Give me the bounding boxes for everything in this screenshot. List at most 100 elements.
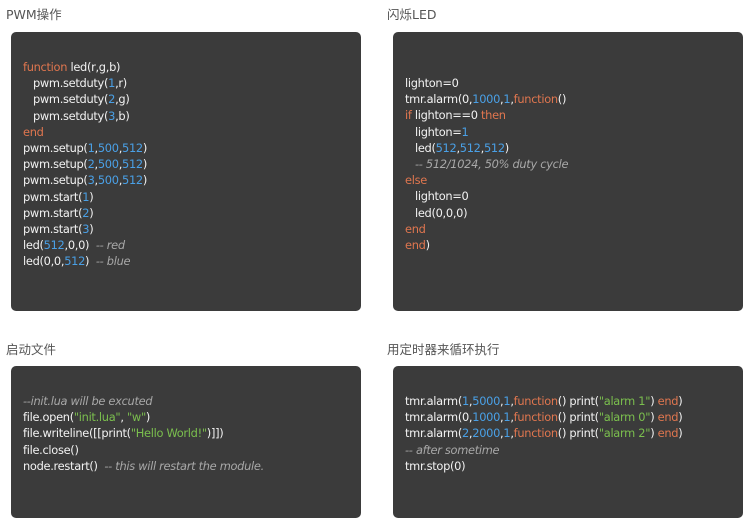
code-token-text: ) xyxy=(89,205,94,220)
code-token-keyword: end xyxy=(23,124,44,139)
code-token-text: tmr.stop(0) xyxy=(405,458,466,473)
code-token-number: 3 xyxy=(87,173,95,188)
code-line: led(0,0,512) -- blue xyxy=(23,253,147,269)
code-token-text: pwm.start( xyxy=(23,205,83,220)
code-token-text: ) xyxy=(678,410,683,425)
code-token-text: file.open( xyxy=(23,410,74,425)
code-token-text: led(r,g,b) xyxy=(67,60,121,74)
code-token-number: 500 xyxy=(97,140,119,155)
code-line: function led(r,g,b) xyxy=(23,59,147,75)
code-token-comment: -- 512/1024, 50% duty cycle xyxy=(414,156,569,171)
code-token-comment: -- blue xyxy=(95,254,131,269)
code-token-text: () print( xyxy=(557,410,599,425)
code-token-number: 512 xyxy=(122,140,143,155)
code-line: tmr.alarm(0,1000,1,function() xyxy=(405,91,568,107)
code-token-text: ,r) xyxy=(115,76,127,91)
code-token-text: node.restart() xyxy=(23,458,105,473)
section-title-timer-loop: 用定时器来循环执行 xyxy=(387,342,500,357)
code-panel-timer-loop: tmr.alarm(1,5000,1,function() print("ala… xyxy=(393,366,743,518)
code-token-string: "init.lua" xyxy=(73,410,121,425)
code-token-text: ) xyxy=(504,140,509,155)
code-block-timer-loop: tmr.alarm(1,5000,1,function() print("ala… xyxy=(405,393,683,474)
code-token-text: ) xyxy=(142,157,148,172)
code-token-text: ) xyxy=(678,426,683,441)
code-token-number: 1000 xyxy=(472,92,501,107)
code-token-keyword: function xyxy=(513,410,558,425)
code-line: tmr.stop(0) xyxy=(405,458,682,474)
code-token-text: ) xyxy=(142,140,148,155)
code-panel-startup-file: --init.lua will be excuted file.open("ini… xyxy=(11,366,361,518)
code-line: tmr.alarm(0,1000,1,function() print("ala… xyxy=(405,409,683,425)
code-line: --init.lua will be excuted xyxy=(23,393,264,409)
code-token-number: 2 xyxy=(461,426,469,441)
code-token-comment: -- red xyxy=(95,238,125,253)
code-token-text: () xyxy=(557,92,567,107)
code-token-text: () print( xyxy=(557,394,599,408)
code-token-text: () print( xyxy=(557,426,599,441)
code-line: led(512,0,0) -- red xyxy=(23,237,147,253)
code-token-text: lighton==0 xyxy=(411,108,481,123)
code-token-text: , xyxy=(120,410,127,425)
code-token-keyword: end xyxy=(657,410,679,425)
code-token-number: 512 xyxy=(122,173,143,188)
code-line: pwm.setup(3,500,512) xyxy=(23,172,147,188)
code-token-text: pwm.start( xyxy=(23,189,83,204)
code-token-number: 500 xyxy=(97,173,119,188)
code-token-text: pwm.setup( xyxy=(23,173,88,188)
code-token-number: 512 xyxy=(43,238,65,253)
code-token-text: led( xyxy=(405,140,436,155)
code-token-text: ) xyxy=(650,410,658,425)
code-token-string: "alarm 1" xyxy=(598,394,651,408)
code-block-startup-file: --init.lua will be excuted file.open("ini… xyxy=(23,393,264,474)
code-line: end) xyxy=(405,237,568,253)
code-token-keyword: end xyxy=(657,426,679,441)
code-line: -- 512/1024, 50% duty cycle xyxy=(405,156,569,172)
code-line: else xyxy=(405,172,568,188)
code-token-text: tmr.alarm(0, xyxy=(405,410,473,425)
code-token-keyword: function xyxy=(513,394,558,408)
code-line: pwm.setup(1,500,512) xyxy=(23,140,147,156)
code-token-keyword: end xyxy=(405,221,426,236)
section-title-startup-file: 启动文件 xyxy=(6,342,57,357)
code-line: file.open("init.lua", "w") xyxy=(23,409,264,425)
code-token-text: ) xyxy=(89,221,94,236)
code-line: file.close() xyxy=(23,442,264,458)
code-line: lighton=0 xyxy=(405,188,568,204)
code-token-text: ) xyxy=(89,189,94,204)
code-line: led(0,0,0) xyxy=(405,205,568,221)
code-token-comment: -- this will restart the module. xyxy=(104,458,264,473)
code-token-text: ) xyxy=(425,237,430,252)
code-token-text: ,b) xyxy=(115,108,130,123)
code-token-string: "Hello World!" xyxy=(130,426,207,441)
code-token-keyword: else xyxy=(405,173,427,188)
code-token-number: 512 xyxy=(483,140,505,155)
code-token-text: pwm.setduty( xyxy=(23,92,109,107)
code-line: tmr.alarm(1,5000,1,function() print("ala… xyxy=(405,393,683,409)
code-token-number: 1 xyxy=(87,140,95,155)
code-line: node.restart() -- this will restart the … xyxy=(23,458,264,474)
code-line: lighton=1 xyxy=(405,124,568,140)
code-line: pwm.setup(2,500,512) xyxy=(23,156,147,172)
code-token-number: 512 xyxy=(435,140,457,155)
code-token-text: ,g) xyxy=(115,92,130,107)
code-token-string: "alarm 2" xyxy=(598,426,651,441)
code-token-comment: -- after sometime xyxy=(405,442,500,457)
section-title-blink-led: 闪烁LED xyxy=(387,7,437,22)
code-token-string: "alarm 0" xyxy=(598,410,651,425)
code-line: pwm.setduty(2,g) xyxy=(23,91,147,107)
code-token-text: )]]) xyxy=(206,426,224,441)
code-token-keyword: then xyxy=(481,108,506,123)
code-line: lighton=0 xyxy=(405,75,568,91)
code-token-text: led(0,0,0) xyxy=(405,205,468,220)
code-token-text: ) xyxy=(678,394,683,408)
code-token-text: led( xyxy=(23,238,44,253)
code-token-keyword: function xyxy=(513,92,558,107)
code-token-text: ,0,0) xyxy=(64,238,96,253)
code-token-text: pwm.setduty( xyxy=(23,76,109,91)
code-token-number: 500 xyxy=(97,157,119,172)
code-token-text: ) xyxy=(145,410,151,425)
code-token-keyword: function xyxy=(513,426,558,441)
code-token-text: lighton=0 xyxy=(405,189,469,204)
code-line: pwm.setduty(3,b) xyxy=(23,108,147,124)
